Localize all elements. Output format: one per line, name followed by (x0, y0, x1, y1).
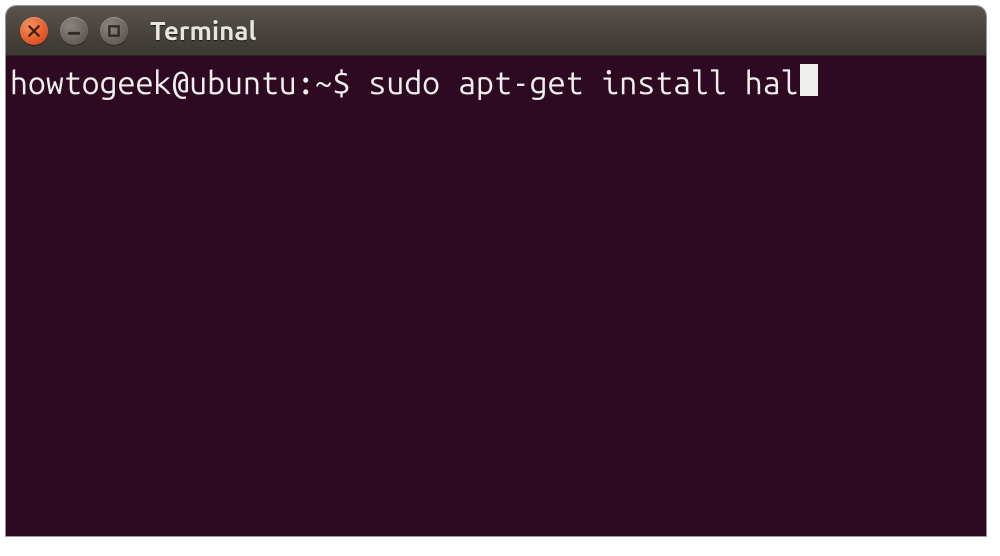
close-button[interactable] (20, 17, 48, 45)
maximize-icon (107, 24, 121, 38)
minimize-button[interactable] (60, 17, 88, 45)
window-title: Terminal (150, 16, 256, 45)
close-icon (27, 24, 41, 38)
command-text: sudo apt-get install hal (368, 64, 798, 102)
minimize-icon (67, 24, 81, 38)
window-controls (20, 17, 128, 45)
terminal-window: Terminal howtogeek@ubuntu:~$ sudo apt-ge… (6, 6, 986, 536)
cursor (800, 64, 818, 96)
prompt-line: howtogeek@ubuntu:~$ sudo apt-get install… (10, 64, 982, 102)
maximize-button[interactable] (100, 17, 128, 45)
terminal-body[interactable]: howtogeek@ubuntu:~$ sudo apt-get install… (6, 56, 986, 536)
titlebar[interactable]: Terminal (6, 6, 986, 56)
shell-prompt: howtogeek@ubuntu:~$ (10, 64, 368, 102)
